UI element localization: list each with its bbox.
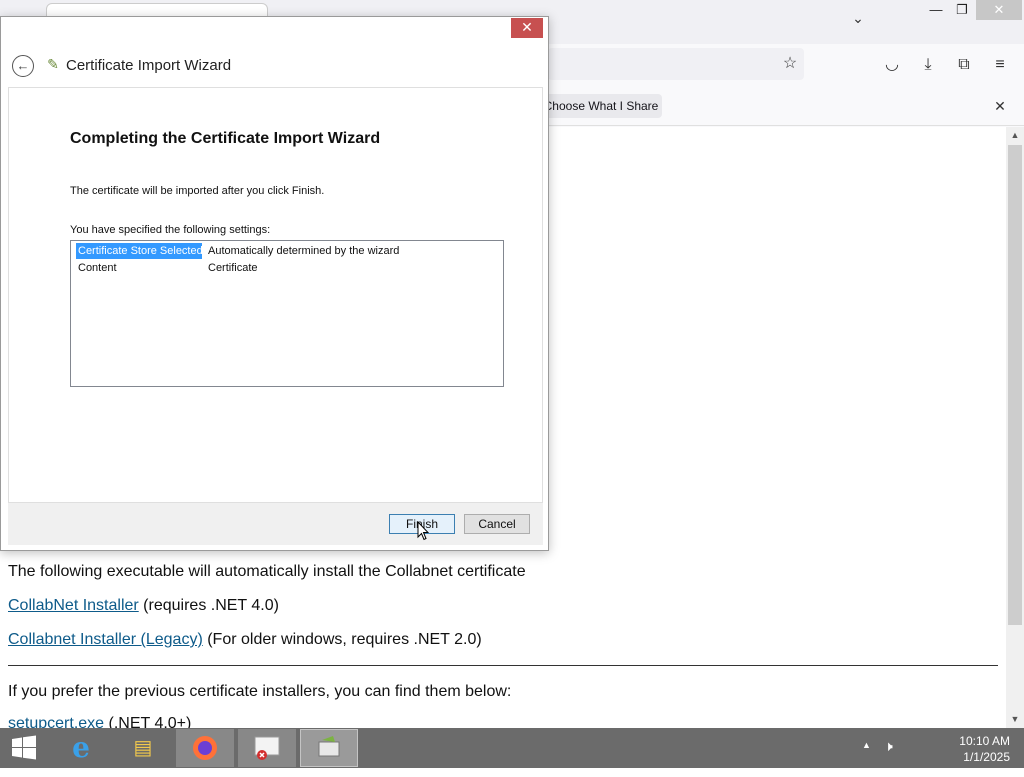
dialog-footer: Finish Cancel [8,503,543,545]
dialog-close-button[interactable]: ✕ [511,18,543,38]
cancel-button[interactable]: Cancel [464,514,530,534]
clock-time[interactable]: 10:10 AM [940,734,1010,748]
certificate-wizard-icon: ✎ [47,56,59,72]
setting-value: Certificate [208,262,258,274]
certificate-wizard-icon[interactable] [300,729,358,767]
vertical-scrollbar[interactable]: ▲ ▼ [1006,127,1024,728]
link-note: (For older windows, requires .NET 2.0) [202,631,482,648]
wizard-heading: Completing the Certificate Import Wizard [70,130,381,147]
firefox-icon[interactable] [176,729,234,767]
tray-chevron-up-icon[interactable]: ▲ [862,740,871,750]
divider [8,665,998,666]
clock-date[interactable]: 1/1/2025 [940,750,1010,764]
choose-what-i-share-button[interactable]: Choose What I Share [540,94,662,118]
restore-button[interactable]: ❐ [950,0,974,20]
file-explorer-icon[interactable]: ▤ [114,729,172,767]
collabnet-legacy-line: Collabnet Installer (Legacy) (For older … [8,631,482,649]
wizard-description: The certificate will be imported after y… [70,185,325,197]
setting-value: Automatically determined by the wizard [208,245,400,257]
volume-muted-icon[interactable]: 🕨 [884,738,893,755]
certificate-import-wizard-dialog: ✕ ← ✎ Certificate Import Wizard Completi… [0,16,549,551]
scroll-down-icon[interactable]: ▼ [1006,711,1024,727]
taskbar: e ▤ ▲ 🕨 10:10 AM 1/1/2025 [0,728,1024,768]
link-note: (requires .NET 4.0) [138,597,279,614]
internet-explorer-icon[interactable]: e [52,729,110,767]
certificate-error-icon[interactable] [238,729,296,767]
url-bar[interactable]: ☆ [548,48,804,80]
setting-name: Content [78,262,117,274]
menu-icon[interactable]: ≡ [988,54,1012,76]
scroll-thumb[interactable] [1008,145,1022,625]
previous-installers-text: If you prefer the previous certificate i… [8,683,512,700]
chevron-down-icon[interactable]: ⌄ [846,10,870,32]
star-icon[interactable]: ☆ [778,53,802,75]
settings-list[interactable]: Certificate Store Selected Automatically… [70,240,504,387]
mouse-cursor-icon [417,521,429,541]
dialog-body: Completing the Certificate Import Wizard… [8,87,543,503]
collabnet-installer-line: CollabNet Installer (requires .NET 4.0) [8,597,279,615]
scroll-up-icon[interactable]: ▲ [1006,127,1024,143]
extensions-icon[interactable]: ⧉ [952,54,976,76]
pocket-icon[interactable]: ◡ [880,54,904,76]
dialog-title: Certificate Import Wizard [66,57,232,74]
download-icon[interactable]: ⤓ [916,54,940,76]
windows-start-icon[interactable] [0,729,48,767]
collabnet-intro-text: The following executable will automatica… [8,563,526,580]
close-window-button[interactable]: ✕ [976,0,1022,20]
settings-label: You have specified the following setting… [70,224,271,236]
minimize-button[interactable]: — [924,0,948,20]
close-icon[interactable]: ✕ [988,94,1012,118]
back-arrow-icon[interactable]: ← [12,55,34,77]
collabnet-legacy-link[interactable]: Collabnet Installer (Legacy) [8,631,203,648]
collabnet-installer-link[interactable]: CollabNet Installer [8,597,139,614]
setting-name: Certificate Store Selected [76,243,203,259]
